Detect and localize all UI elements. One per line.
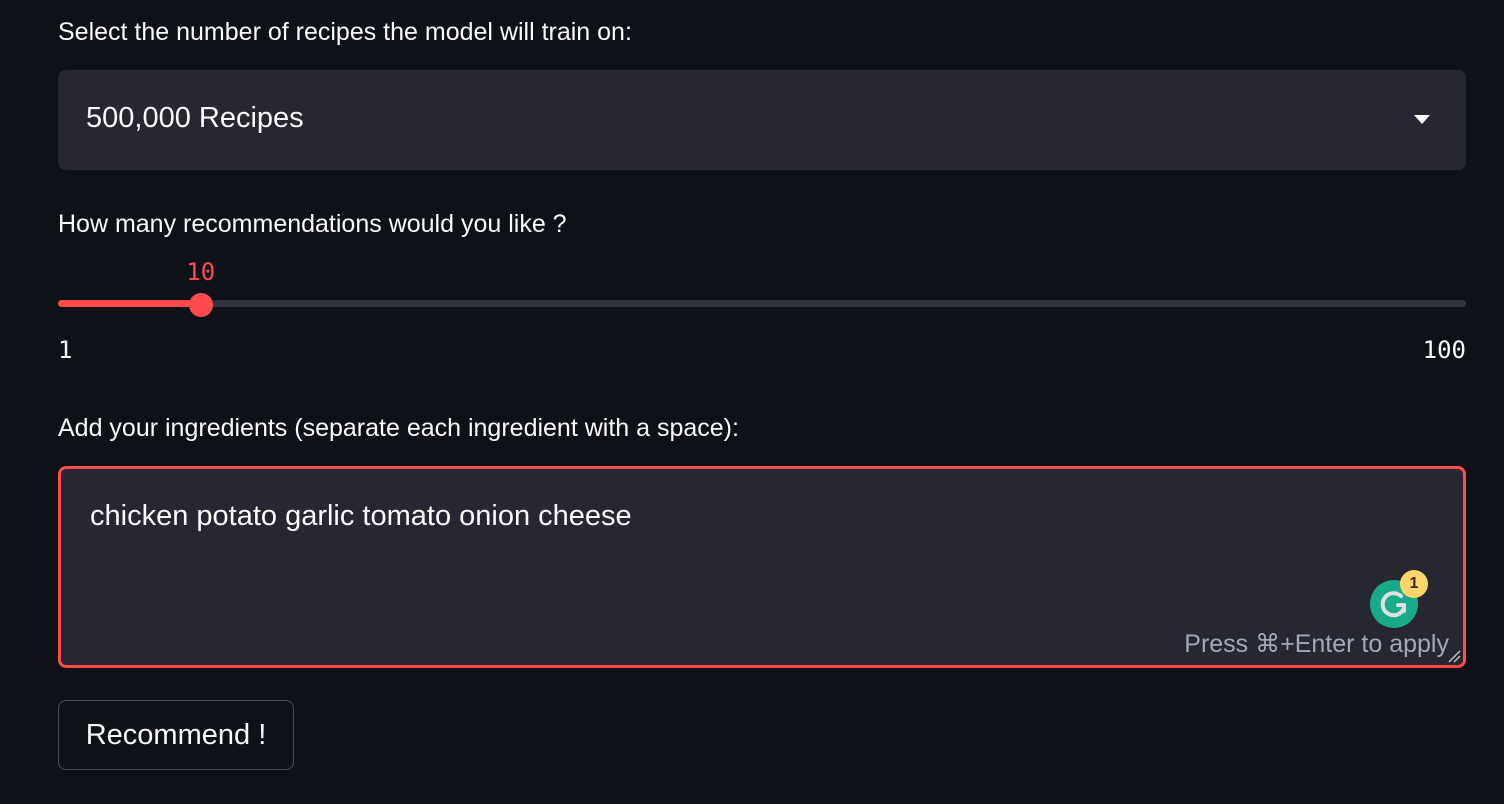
slider-thumb[interactable] <box>188 293 213 317</box>
caret-down-icon <box>1414 115 1430 124</box>
ingredients-text: chicken potato garlic tomato onion chees… <box>90 500 632 532</box>
grammarly-badge: 1 <box>1400 570 1428 598</box>
recommendations-slider[interactable]: 10 1 100 <box>58 258 1466 368</box>
recipe-count-select[interactable]: 500,000 Recipes <box>58 70 1466 170</box>
apply-hint: Press ⌘+Enter to apply <box>1184 630 1449 658</box>
ingredients-textarea[interactable]: chicken potato garlic tomato onion chees… <box>58 466 1466 668</box>
recommend-button[interactable]: Recommend ! <box>58 700 294 770</box>
model-select-label: Select the number of recipes the model w… <box>58 18 632 46</box>
select-value: 500,000 Recipes <box>86 102 304 134</box>
slider-track[interactable] <box>58 300 1466 307</box>
slider-fill <box>58 300 201 307</box>
ingredients-label: Add your ingredients (separate each ingr… <box>58 414 739 442</box>
slider-min-label: 1 <box>58 336 73 364</box>
slider-max-label: 100 <box>1422 336 1466 364</box>
app-page: Select the number of recipes the model w… <box>0 0 1504 804</box>
resize-handle-icon[interactable] <box>1447 649 1461 663</box>
recommendations-label: How many recommendations would you like … <box>58 210 567 238</box>
slider-value-readout: 10 <box>186 258 216 286</box>
